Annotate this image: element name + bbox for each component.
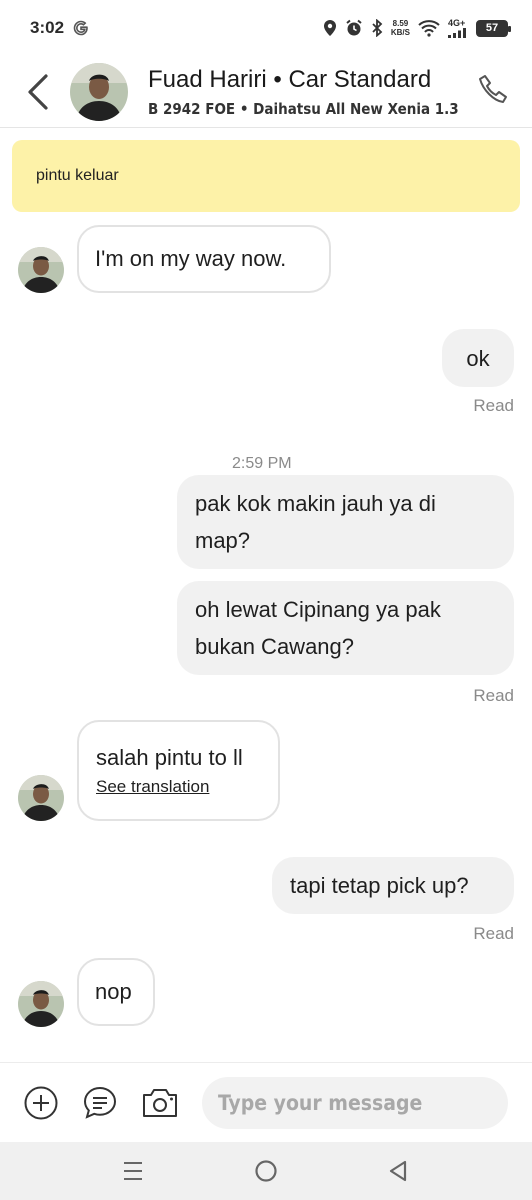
incoming-message-bubble[interactable]: salah pintu to ll See translation: [77, 720, 280, 821]
driver-message-avatar: [18, 775, 64, 821]
alarm-icon: [346, 19, 362, 36]
phone-icon: [479, 75, 507, 103]
recents-button[interactable]: [118, 1156, 148, 1186]
read-receipt: Read: [473, 924, 514, 943]
incoming-message-bubble[interactable]: nop: [77, 958, 155, 1026]
message-text: I'm on my way now.: [95, 246, 287, 271]
network-speed: 8.59 KB/S: [390, 19, 410, 37]
circle-icon: [255, 1160, 277, 1182]
read-receipt: Read: [473, 686, 514, 705]
driver-message-avatar: [18, 981, 64, 1027]
signal-bars-icon: [448, 28, 466, 38]
vehicle-info: B 2942 FOE • Daihatsu All New Xenia 1.3: [148, 99, 459, 118]
message-text: oh lewat Cipinang ya pak bukan Cawang?: [195, 597, 441, 659]
system-back-button[interactable]: [383, 1156, 413, 1186]
bluetooth-icon: [372, 19, 383, 37]
menu-lines-icon: [124, 1162, 142, 1180]
message-text: nop: [95, 979, 132, 1004]
wifi-icon: [418, 20, 440, 37]
outgoing-message-bubble[interactable]: tapi tetap pick up?: [272, 857, 514, 914]
quick-reply-button[interactable]: [82, 1085, 118, 1121]
read-receipt: Read: [473, 396, 514, 415]
chevron-left-icon: [28, 73, 48, 110]
incoming-message-bubble[interactable]: I'm on my way now.: [77, 225, 331, 293]
driver-message-avatar: [18, 247, 64, 293]
message-text: pak kok makin jauh ya di map?: [195, 491, 436, 553]
message-composer: [0, 1062, 532, 1142]
driver-avatar[interactable]: [70, 62, 128, 121]
status-bar: 3:02 8.59 KB/S 4G+ 57: [0, 0, 532, 56]
add-attachment-button[interactable]: [23, 1085, 59, 1121]
battery-icon: 57: [476, 19, 511, 37]
signal-indicator: 4G+: [448, 18, 468, 38]
message-text: salah pintu to ll: [96, 744, 243, 770]
driver-title: Fuad Hariri • Car Standard: [148, 65, 432, 93]
outgoing-message-bubble[interactable]: pak kok makin jauh ya di map?: [177, 475, 514, 569]
see-translation-link[interactable]: See translation: [96, 777, 262, 797]
chat-header: Fuad Hariri • Car Standard B 2942 FOE • …: [0, 56, 532, 128]
message-input[interactable]: [202, 1077, 508, 1129]
status-time: 3:02: [30, 18, 65, 37]
triangle-back-icon: [389, 1160, 407, 1182]
camera-icon: [143, 1089, 177, 1117]
message-timestamp: 2:59 PM: [232, 455, 292, 472]
back-button[interactable]: [8, 62, 68, 122]
call-button[interactable]: [474, 70, 514, 110]
message-text: ok: [466, 345, 490, 371]
avatar-photo: [70, 62, 128, 121]
system-navigation-bar: [0, 1142, 532, 1200]
outgoing-message-bubble[interactable]: ok: [442, 329, 514, 387]
pickup-note-banner: pintu keluar: [12, 140, 520, 212]
google-g-icon: [73, 20, 88, 36]
location-icon: [323, 20, 336, 36]
camera-button[interactable]: [141, 1085, 179, 1121]
chat-bubble-icon: [83, 1086, 117, 1119]
message-text: tapi tetap pick up?: [290, 873, 469, 898]
home-button[interactable]: [251, 1156, 281, 1186]
outgoing-message-bubble[interactable]: oh lewat Cipinang ya pak bukan Cawang?: [177, 581, 514, 675]
plus-circle-icon: [24, 1086, 58, 1120]
pickup-note-text: pintu keluar: [36, 167, 119, 184]
